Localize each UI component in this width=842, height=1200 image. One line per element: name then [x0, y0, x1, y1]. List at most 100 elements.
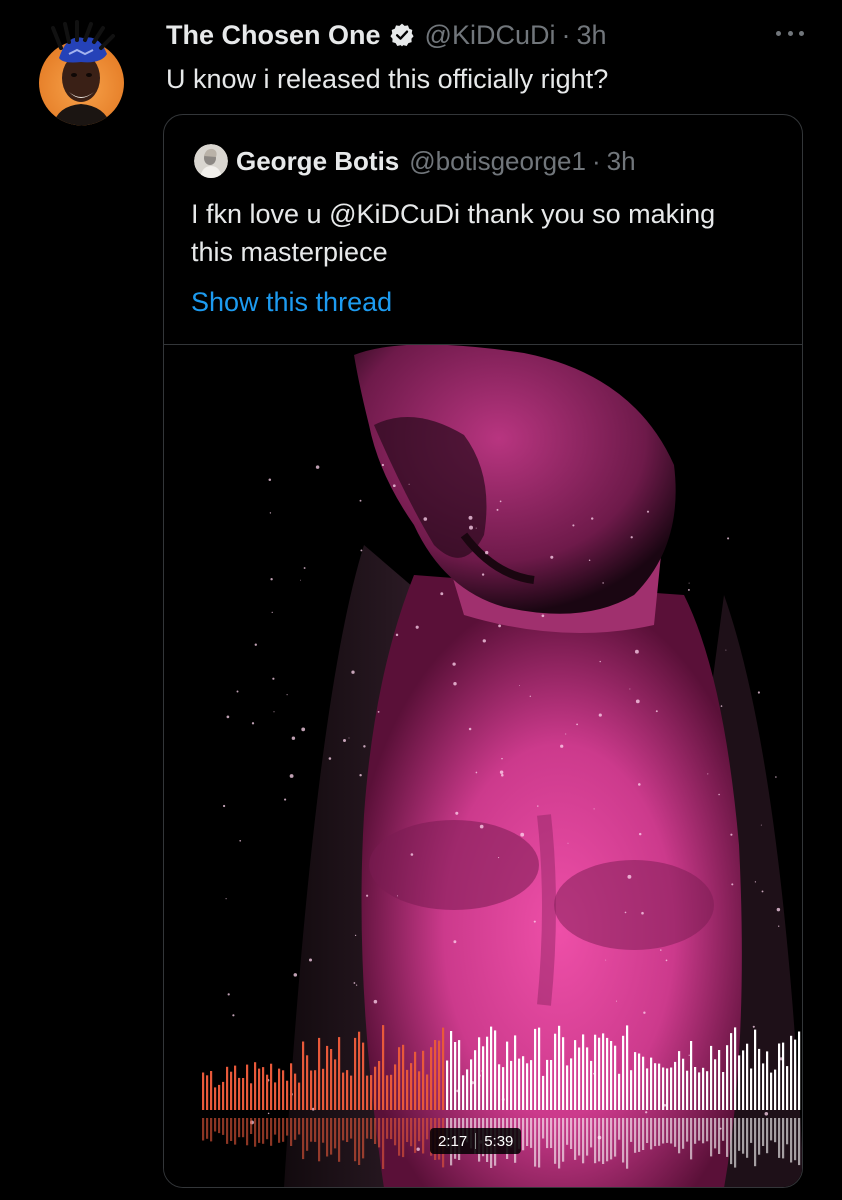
- author-avatar[interactable]: [39, 20, 124, 126]
- waveform-bar: [290, 1063, 293, 1110]
- quoted-tweet-time[interactable]: 3h: [607, 146, 636, 177]
- waveform-reflection-bar: [206, 1118, 209, 1139]
- waveform-reflection-bar: [638, 1118, 641, 1152]
- waveform-reflection-bar: [402, 1118, 405, 1158]
- waveform-reflection-bar: [266, 1118, 269, 1140]
- waveform-reflection-bar: [290, 1118, 293, 1146]
- waveform-reflection-bar: [294, 1118, 297, 1140]
- sparkle: [452, 662, 456, 666]
- sparkle: [499, 500, 502, 503]
- sparkle: [268, 478, 272, 481]
- sparkle: [752, 1025, 755, 1028]
- tweet-time[interactable]: 3h: [576, 20, 606, 51]
- waveform-bar: [502, 1067, 505, 1110]
- waveform-bar: [778, 1043, 781, 1110]
- sparkle: [501, 757, 503, 760]
- waveform-reflection-bar: [686, 1118, 689, 1142]
- sparkle: [761, 890, 764, 893]
- waveform-bar: [386, 1075, 389, 1110]
- quoted-author-name[interactable]: George Botis: [236, 146, 399, 177]
- author-handle[interactable]: @KiDCuDi: [425, 20, 556, 51]
- waveform-bar: [586, 1047, 589, 1110]
- waveform-bar: [402, 1044, 405, 1110]
- author-name[interactable]: The Chosen One: [166, 20, 381, 51]
- waveform-reflection-bar: [262, 1118, 265, 1144]
- sparkle: [757, 691, 761, 694]
- waveform-reflection-bar: [314, 1118, 317, 1142]
- waveform-bar: [786, 1066, 789, 1110]
- sparkle: [627, 874, 632, 879]
- waveform-reflection-bar: [326, 1118, 329, 1157]
- waveform-bar: [298, 1082, 301, 1110]
- waveform-bar: [658, 1063, 661, 1110]
- waveform-reflection-bar: [774, 1118, 777, 1143]
- waveform-bar: [746, 1043, 749, 1110]
- tweet-text: U know i released this officially right?: [166, 64, 609, 94]
- waveform-bar: [326, 1045, 329, 1110]
- waveform-reflection-bar: [798, 1118, 801, 1166]
- mention-link[interactable]: @KiDCuDi: [329, 199, 460, 229]
- waveform-bar: [514, 1035, 517, 1110]
- waveform-reflection-bar: [574, 1118, 577, 1160]
- waveform-bar: [734, 1027, 737, 1110]
- waveform-bar: [550, 1060, 553, 1110]
- waveform-bar: [634, 1052, 637, 1110]
- waveform-bar: [266, 1074, 269, 1110]
- waveform-reflection-bar: [650, 1118, 653, 1150]
- waveform-reflection-bar: [406, 1118, 409, 1142]
- waveform-bar: [774, 1069, 777, 1110]
- show-thread-link[interactable]: Show this thread: [191, 283, 392, 321]
- waveform-bar: [238, 1077, 241, 1110]
- sparkle: [624, 911, 627, 914]
- waveform-reflection-bar: [210, 1118, 213, 1142]
- sparkle: [222, 804, 226, 808]
- sparkle: [560, 744, 564, 748]
- waveform-reflection-bar: [354, 1118, 357, 1162]
- sparkle: [591, 517, 594, 520]
- sparkle: [293, 973, 298, 977]
- waveform-reflection-bar: [410, 1118, 413, 1147]
- sparkle: [453, 681, 457, 686]
- sparkle: [730, 833, 733, 836]
- quoted-tweet-card[interactable]: George Botis @botisgeorge1 · 3h I fkn lo…: [163, 114, 803, 1188]
- audio-media-player[interactable]: 2:17 5:39: [164, 344, 802, 1187]
- sparkle: [328, 757, 332, 760]
- waveform-bar: [294, 1073, 297, 1110]
- sparkle: [605, 959, 607, 961]
- waveform-reflection-bar: [394, 1118, 397, 1146]
- sparkle: [377, 710, 380, 713]
- quoted-tweet-header: George Botis @botisgeorge1 · 3h: [194, 143, 636, 179]
- waveform-reflection-bar: [234, 1118, 237, 1145]
- waveform-bar: [578, 1047, 581, 1110]
- waveform-reflection-bar: [598, 1118, 601, 1162]
- sparkle: [315, 465, 320, 469]
- quoted-author-handle[interactable]: @botisgeorge1: [409, 146, 586, 177]
- quoted-tweet-text: I fkn love u @KiDCuDi thank you so makin…: [191, 195, 751, 271]
- waveform-reflection-bar: [542, 1118, 545, 1139]
- waveform-bar: [426, 1074, 429, 1110]
- sparkle: [646, 510, 650, 513]
- waveform-bar: [614, 1045, 617, 1110]
- sparkle: [291, 736, 296, 740]
- sparkle: [481, 573, 485, 576]
- quoted-author-avatar[interactable]: [194, 144, 228, 178]
- waveform-reflection-bar: [594, 1118, 597, 1164]
- more-horizontal-icon[interactable]: [776, 28, 804, 38]
- sparkle: [468, 515, 473, 520]
- waveform-reflection-bar: [342, 1118, 345, 1141]
- waveform-bar: [630, 1070, 633, 1110]
- sparkle: [485, 550, 489, 555]
- waveform-reflection-bar: [662, 1118, 665, 1144]
- waveform-bar: [434, 1040, 437, 1110]
- sparkle: [537, 805, 539, 807]
- waveform-bar: [262, 1067, 265, 1110]
- sparkle: [565, 733, 567, 735]
- sparkle: [764, 1112, 769, 1116]
- waveform-reflection-bar: [538, 1118, 541, 1168]
- separator-dot: ·: [591, 145, 601, 176]
- waveform-reflection-bar: [762, 1118, 765, 1146]
- waveform-bar: [598, 1037, 601, 1110]
- sparkle: [498, 624, 501, 628]
- waveform-reflection-bar: [202, 1118, 205, 1141]
- waveform-bar: [422, 1050, 425, 1110]
